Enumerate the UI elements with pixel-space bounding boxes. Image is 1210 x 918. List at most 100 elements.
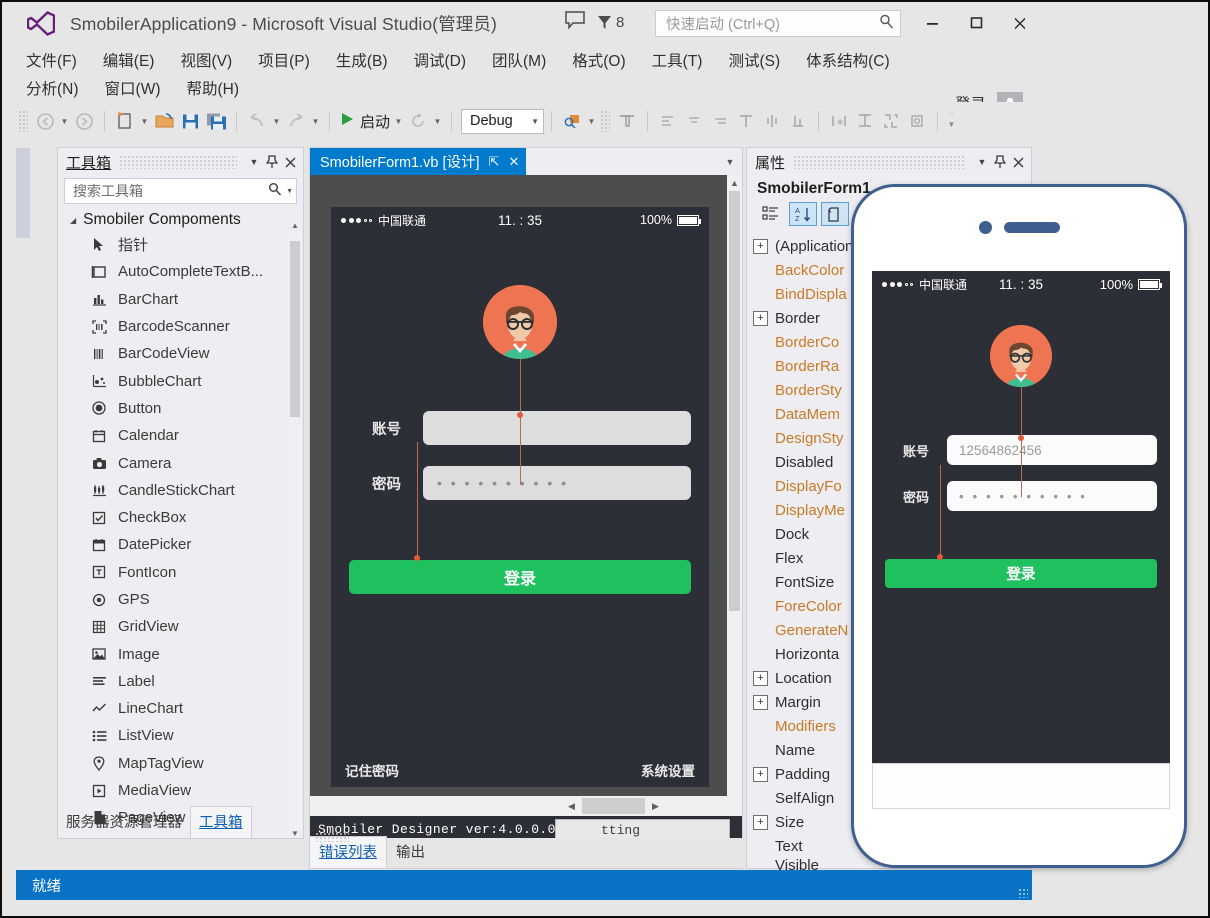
toolbox-item-barchart[interactable]: BarChart <box>58 286 303 313</box>
menu-item-team[interactable]: 团队(M) <box>492 49 546 71</box>
make-same-width-icon[interactable] <box>733 108 759 134</box>
menu-item-help[interactable]: 帮助(H) <box>186 77 239 99</box>
designer-surface[interactable]: 中国联通 11. : 35 100% 账号 密码 • • • • • • • •… <box>310 175 742 807</box>
close-icon[interactable] <box>1009 152 1027 172</box>
toolbox-item-listview[interactable]: ListView <box>58 722 303 749</box>
make-same-size-icon[interactable] <box>785 108 811 134</box>
categorized-icon[interactable] <box>757 202 785 226</box>
toolbox-item-maptagview[interactable]: MapTagView <box>58 750 303 777</box>
start-dropdown-icon[interactable]: ▼ <box>392 108 405 134</box>
save-icon[interactable] <box>177 108 203 134</box>
find-in-files-icon[interactable] <box>559 108 585 134</box>
chevron-down-icon[interactable]: ▼ <box>245 152 263 172</box>
redo-icon[interactable] <box>283 108 309 134</box>
designer-vscroll-thumb[interactable] <box>729 191 740 611</box>
expander-icon[interactable]: + <box>753 694 768 710</box>
menu-item-build[interactable]: 生成(B) <box>336 49 388 71</box>
toolbox-item-pointer[interactable]: 指针 <box>58 231 303 258</box>
menu-item-debug[interactable]: 调试(D) <box>413 49 466 71</box>
make-same-height-icon[interactable] <box>759 108 785 134</box>
close-icon[interactable] <box>281 152 299 172</box>
pin-icon[interactable] <box>263 152 281 172</box>
menu-item-file[interactable]: 文件(F) <box>26 49 77 71</box>
bottom-tabs-drag-handle[interactable] <box>315 832 349 842</box>
resize-grip[interactable] <box>1018 888 1028 898</box>
close-button[interactable] <box>998 8 1042 38</box>
menu-item-format[interactable]: 格式(O) <box>572 49 625 71</box>
phone-mockup-screen[interactable]: 中国联通 11. : 35 100% 账号 12564862456 密码 • •… <box>872 271 1170 792</box>
toolbox-item-datepicker[interactable]: DatePicker <box>58 531 303 558</box>
lock-controls-icon[interactable] <box>904 108 930 134</box>
navigate-forward-icon[interactable] <box>71 108 97 134</box>
toolbox-item-label[interactable]: Label <box>58 668 303 695</box>
menu-item-view[interactable]: 视图(V) <box>180 49 232 71</box>
minimize-button[interactable] <box>910 8 954 38</box>
expander-icon[interactable]: + <box>753 670 768 686</box>
navigate-back-icon[interactable] <box>32 108 58 134</box>
toolbox-item-linechart[interactable]: LineChart <box>58 695 303 722</box>
toolbox-scrollbar[interactable]: ▲ ▼ <box>289 221 301 837</box>
solution-configuration-select[interactable]: Debug ▼ <box>461 108 545 134</box>
form-preview[interactable]: 中国联通 11. : 35 100% 账号 密码 • • • • • • • •… <box>331 207 709 787</box>
close-icon[interactable]: ✕ <box>508 154 519 170</box>
toolbox-item-image[interactable]: Image <box>58 640 303 667</box>
toolbox-drag-handle[interactable] <box>119 155 237 169</box>
new-item-dropdown-icon[interactable]: ▼ <box>138 108 151 134</box>
undo-icon[interactable] <box>244 108 270 134</box>
toolbar-grip-2[interactable] <box>600 110 611 132</box>
tab-order-icon[interactable] <box>878 108 904 134</box>
password-input[interactable]: • • • • • • • • • • <box>947 481 1157 511</box>
toolbox-item-barcodeview[interactable]: BarCodeView <box>58 340 303 367</box>
feedback-icon[interactable] <box>564 10 588 34</box>
menu-item-edit[interactable]: 编辑(E) <box>103 49 155 71</box>
menu-item-window[interactable]: 窗口(W) <box>105 77 161 99</box>
menu-item-project[interactable]: 项目(P) <box>258 49 310 71</box>
search-options-dropdown-icon[interactable]: ▼ <box>286 188 293 195</box>
expander-icon[interactable]: + <box>753 310 768 326</box>
center-vertically-icon[interactable] <box>852 108 878 134</box>
save-all-icon[interactable] <box>203 108 229 134</box>
tab-toolbox[interactable]: 工具箱 <box>190 806 252 838</box>
scroll-up-icon[interactable]: ▲ <box>727 175 742 191</box>
align-center-icon[interactable] <box>681 108 707 134</box>
back-history-dropdown-icon[interactable]: ▼ <box>58 108 71 134</box>
align-top-icon[interactable] <box>614 108 640 134</box>
toolbox-item-barcodescanner[interactable]: BarcodeScanner <box>58 313 303 340</box>
toolbox-item-autocompletetextbox[interactable]: AutoCompleteTextB... <box>58 258 303 285</box>
toolbox-item-fonticon[interactable]: FontIcon <box>58 559 303 586</box>
toolbox-search-input[interactable]: 搜索工具箱 ▼ <box>64 178 297 204</box>
toolbar-grip[interactable] <box>18 110 28 132</box>
designer-hscroll-thumb[interactable] <box>582 798 645 814</box>
remember-password-label[interactable]: 记住密码 <box>345 760 399 780</box>
pin-icon[interactable] <box>991 152 1009 172</box>
redo-dropdown-icon[interactable]: ▼ <box>309 108 322 134</box>
align-right-icon[interactable] <box>707 108 733 134</box>
scroll-up-icon[interactable]: ▲ <box>289 219 301 231</box>
scroll-left-icon[interactable]: ◀ <box>563 796 580 816</box>
chevron-down-icon[interactable]: ▼ <box>973 152 991 172</box>
expander-icon[interactable]: + <box>753 814 768 830</box>
open-file-icon[interactable] <box>151 108 177 134</box>
quick-launch-input[interactable]: 快速启动 (Ctrl+Q) <box>655 10 901 37</box>
toolbox-item-button[interactable]: Button <box>58 395 303 422</box>
notification-flag-icon[interactable]: 8 <box>596 13 624 31</box>
menu-item-analyze[interactable]: 分析(N) <box>26 77 79 99</box>
document-tab-smobilerform1[interactable]: SmobilerForm1.vb [设计] ⇱ ✕ <box>310 148 527 175</box>
toolbox-item-bubblechart[interactable]: BubbleChart <box>58 367 303 394</box>
new-item-icon[interactable] <box>112 108 138 134</box>
alphabetical-sort-icon[interactable]: A Z <box>789 202 817 226</box>
tab-server-explorer[interactable]: 服务器资源管理器 <box>58 807 190 838</box>
center-horizontally-icon[interactable]: ∗ <box>826 108 852 134</box>
expander-icon[interactable]: + <box>753 238 768 254</box>
toolbox-item-checkbox[interactable]: CheckBox <box>58 504 303 531</box>
toolbox-item-calendar[interactable]: Calendar <box>58 422 303 449</box>
refresh-icon[interactable] <box>405 108 431 134</box>
toolbox-group-smobiler[interactable]: ◢ Smobiler Compoments <box>58 209 303 231</box>
scroll-right-icon[interactable]: ▶ <box>647 796 664 816</box>
start-debug-button[interactable]: 启动 <box>337 111 392 132</box>
system-settings-label[interactable]: 系统设置 <box>641 760 695 780</box>
tab-output[interactable]: 输出 <box>387 837 434 868</box>
toolbox-item-gps[interactable]: GPS <box>58 586 303 613</box>
designer-horizontal-scrollbar[interactable]: ◀ ▶ <box>310 796 742 816</box>
overflow-icon[interactable]: ¨ ▼ <box>945 108 958 134</box>
